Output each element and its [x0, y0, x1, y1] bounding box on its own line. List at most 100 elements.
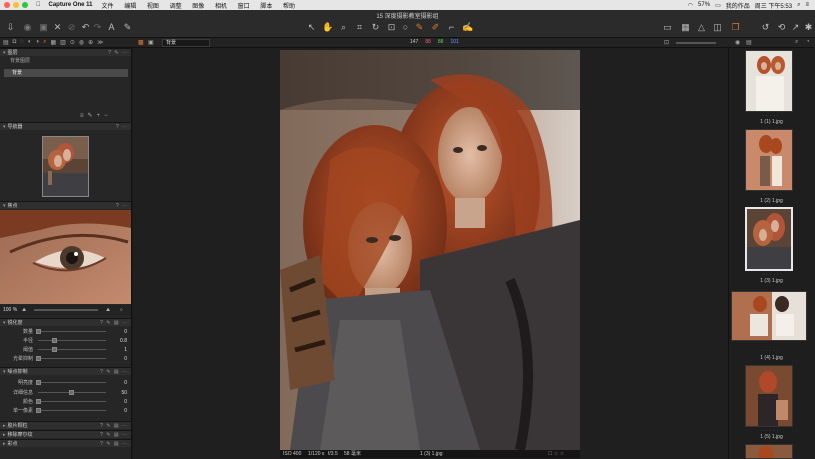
- sharpen-radius-slider[interactable]: [38, 338, 106, 343]
- section-tools-icon[interactable]: ? ✎ ⋯: [108, 49, 128, 57]
- section-moire-header[interactable]: ▸ 移除摩尔纹 ? ✎ ▤ ⋯: [0, 430, 131, 438]
- navigator-thumbnail[interactable]: [42, 136, 89, 197]
- thumbnail-item[interactable]: [745, 365, 793, 427]
- lens-tab-icon[interactable]: ◌: [20, 39, 24, 46]
- thumbnail-rating[interactable]: ·····: [733, 272, 810, 278]
- reset-icon[interactable]: ⟲: [776, 22, 787, 33]
- paste-icon[interactable]: ✱: [803, 22, 814, 33]
- browser-search-icon[interactable]: ⌕: [795, 39, 798, 46]
- section-layers-header[interactable]: ▾ 图层 ? ✎ ⋯: [0, 48, 131, 56]
- noise-color-slider[interactable]: [36, 399, 106, 404]
- menu-list-icon[interactable]: ≡: [805, 2, 809, 8]
- menu-file[interactable]: 文件: [102, 4, 114, 10]
- zoom-small-icon[interactable]: ⛰: [22, 305, 26, 315]
- thumbnail-item-selected[interactable]: [745, 207, 793, 271]
- thumbnail-rating[interactable]: ·····: [733, 113, 810, 119]
- halo-suppression-slider[interactable]: [36, 356, 106, 361]
- row-value[interactable]: 0: [124, 355, 127, 363]
- viewer-icon[interactable]: ▭: [662, 22, 673, 33]
- layer-brush-small-icon[interactable]: ✎: [88, 113, 97, 119]
- section-tools-icon[interactable]: ? ✎ ▤ ⋯: [100, 368, 128, 376]
- battery-percent[interactable]: 57%: [698, 2, 710, 8]
- text-icon[interactable]: A: [106, 22, 117, 33]
- rotate-tool-icon[interactable]: ↻: [370, 22, 381, 33]
- section-tools-icon[interactable]: ? ⋯: [116, 123, 128, 131]
- section-film-grain-header[interactable]: ▸ 胶片颗粒 ? ✎ ▤ ⋯: [0, 421, 131, 429]
- slider-knob[interactable]: [52, 338, 57, 343]
- capture-icon[interactable]: ◉: [22, 22, 33, 33]
- thumbnail-rating[interactable]: ·····: [733, 192, 810, 198]
- thumbnail-item[interactable]: [745, 129, 793, 191]
- details-tab-icon[interactable]: ⌕: [43, 39, 46, 46]
- pointer-tool-icon[interactable]: ↖: [306, 22, 317, 33]
- brush-icon[interactable]: ✎: [122, 22, 133, 33]
- output-tab-icon[interactable]: ⊙: [70, 39, 75, 46]
- row-value[interactable]: 50: [121, 389, 127, 397]
- section-tools-icon[interactable]: ? ✎ ▤ ⋯: [100, 440, 128, 448]
- previous-icon[interactable]: ⊘: [66, 22, 77, 33]
- slider-knob[interactable]: [52, 347, 57, 352]
- row-value[interactable]: 0: [124, 407, 127, 415]
- row-value[interactable]: 1: [124, 346, 127, 354]
- annotate-icon[interactable]: ✍: [462, 22, 473, 33]
- slider-knob[interactable]: [36, 329, 41, 334]
- zoom-search-icon[interactable]: ⌕: [120, 305, 123, 315]
- redo-icon[interactable]: ↷: [92, 22, 103, 33]
- section-focus-header[interactable]: ▾ 焦点 ? ⋯: [0, 201, 131, 209]
- row-value[interactable]: 0: [124, 398, 127, 406]
- layer-brush-icon[interactable]: ✎: [414, 22, 425, 33]
- mask-display-icon[interactable]: ▣: [148, 39, 154, 46]
- section-noise-header[interactable]: ▾ 噪点抑制 ? ✎ ▤ ⋯: [0, 367, 131, 375]
- zoom-slider[interactable]: [34, 309, 98, 311]
- rotate-left-icon[interactable]: ↺: [760, 22, 771, 33]
- eye-icon[interactable]: ◉: [735, 39, 740, 46]
- thumbnail-item[interactable]: [745, 444, 793, 459]
- color-tab-icon[interactable]: ◐: [28, 39, 32, 46]
- menu-view[interactable]: 视图: [147, 4, 159, 10]
- slider-knob[interactable]: [36, 380, 41, 385]
- capture-tab-icon[interactable]: ◘: [13, 39, 17, 46]
- thumbnail-rating[interactable]: ·····: [733, 348, 810, 354]
- section-tools-icon[interactable]: ? ⋯: [116, 202, 128, 210]
- noise-detail-slider[interactable]: [38, 390, 106, 395]
- main-photo[interactable]: [280, 50, 580, 450]
- delete-icon[interactable]: ✕: [52, 22, 63, 33]
- layer-item-background[interactable]: 背景: [4, 69, 128, 77]
- section-spots-header[interactable]: ▸ 彩点 ? ✎ ▤ ⋯: [0, 439, 131, 447]
- row-value[interactable]: 0: [124, 328, 127, 336]
- wifi-icon[interactable]: ◠: [688, 2, 693, 9]
- row-value[interactable]: 0: [124, 379, 127, 387]
- noise-luminance-slider[interactable]: [36, 380, 106, 385]
- batch-tab-icon[interactable]: ◍: [79, 39, 84, 46]
- crop-tool-icon[interactable]: ⌗: [354, 22, 365, 33]
- layer-select[interactable]: 背景: [162, 39, 210, 47]
- section-sharpening-header[interactable]: ▾ 锐化度 ? ✎ ▤ ⋯: [0, 318, 131, 326]
- proof-icon[interactable]: ◫: [712, 22, 723, 33]
- thumb-size-slider[interactable]: [676, 42, 716, 44]
- menu-help[interactable]: 帮助: [283, 4, 295, 10]
- close-window-button[interactable]: [4, 2, 10, 8]
- user-label[interactable]: 我的作品: [726, 1, 750, 10]
- exposure-warning-icon[interactable]: △: [696, 22, 707, 33]
- focus-loupe[interactable]: [0, 210, 131, 304]
- metadata-tab-icon[interactable]: ▥: [60, 39, 66, 46]
- thumbnail-rating[interactable]: ·····: [733, 428, 810, 434]
- slider-knob[interactable]: [36, 408, 41, 413]
- more-tab-icon[interactable]: ≫: [97, 39, 103, 46]
- app-menu[interactable]: Capture One 11: [49, 2, 93, 8]
- copy-adjust-icon[interactable]: ❐: [730, 22, 741, 33]
- apply-icon[interactable]: ↗: [790, 22, 801, 33]
- layer-eraser-icon[interactable]: ✐: [430, 22, 441, 33]
- menu-script[interactable]: 脚本: [260, 4, 272, 10]
- zoom-window-button[interactable]: [22, 2, 28, 8]
- slider-knob[interactable]: [36, 356, 41, 361]
- picker-icon[interactable]: ⌐: [446, 22, 457, 33]
- grid-view-icon[interactable]: ▦: [680, 22, 691, 33]
- rating-icon[interactable]: ☐ ☆ ☆: [548, 450, 564, 458]
- search-icon[interactable]: ⌕: [797, 2, 800, 9]
- menu-camera[interactable]: 相机: [215, 4, 227, 10]
- noise-single-pixel-slider[interactable]: [36, 408, 106, 413]
- clock[interactable]: 周三 下午5:53: [755, 1, 792, 10]
- menu-edit[interactable]: 编辑: [124, 4, 136, 10]
- mask-mode-icon[interactable]: ▩: [138, 39, 144, 46]
